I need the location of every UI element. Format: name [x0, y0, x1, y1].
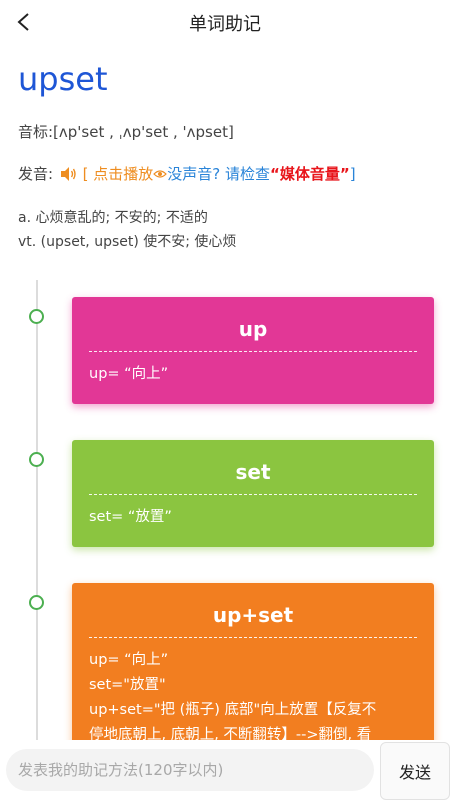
top-bar: 单词助记: [0, 0, 450, 44]
mnemonic-card-up: up up= “向上”: [72, 297, 434, 404]
no-sound-hint: 没声音? 请检查: [167, 165, 270, 183]
timeline-line: [36, 280, 38, 750]
card-line: up= “向上”: [89, 652, 169, 668]
card-line: set= “放置”: [89, 509, 172, 525]
card-body: up= “向上”: [72, 352, 434, 387]
send-button[interactable]: 发送: [380, 742, 450, 800]
pronunciation-label: 发音:: [18, 165, 58, 183]
eye-icon: [153, 166, 168, 178]
definitions: a. 心烦意乱的; 不安的; 不适的 vt. (upset, upset) 使不…: [18, 206, 236, 254]
timeline-dot: [29, 309, 44, 324]
play-audio-link[interactable]: [ 点击播放: [83, 165, 154, 183]
page-title: 单词助记: [189, 14, 261, 35]
comment-input[interactable]: [6, 749, 374, 791]
phonetic-text: 音标:[ʌp'set , ˌʌp'set , 'ʌpset]: [18, 123, 234, 141]
card-line: set="放置": [89, 677, 166, 693]
timeline-dot: [29, 595, 44, 610]
timeline-dot: [29, 452, 44, 467]
card-title: up: [238, 317, 268, 341]
speaker-icon[interactable]: [60, 166, 78, 182]
card-body: up= “向上” set="放置" up+set="把 (瓶子) 底部"向上放置…: [72, 638, 434, 748]
word-headline: upset: [18, 60, 108, 98]
definition-line: a. 心烦意乱的; 不安的; 不适的: [18, 210, 208, 226]
card-title: set: [235, 460, 271, 484]
close-bracket: ]: [349, 165, 356, 183]
card-title: up+set: [212, 603, 294, 627]
comment-bar: 发送: [0, 740, 450, 800]
card-body: set= “放置”: [72, 495, 434, 530]
media-volume-text: “媒体音量”: [269, 165, 350, 183]
card-line: up= “向上”: [89, 366, 169, 382]
card-line: up+set="把 (瓶子) 底部"向上放置【反复不: [89, 702, 377, 718]
definition-line: vt. (upset, upset) 使不安; 使心烦: [18, 234, 237, 250]
pronunciation-row: 发音: [ 点击播放 没声音? 请检查“媒体音量”]: [18, 163, 356, 184]
mnemonic-card-set: set set= “放置”: [72, 440, 434, 547]
